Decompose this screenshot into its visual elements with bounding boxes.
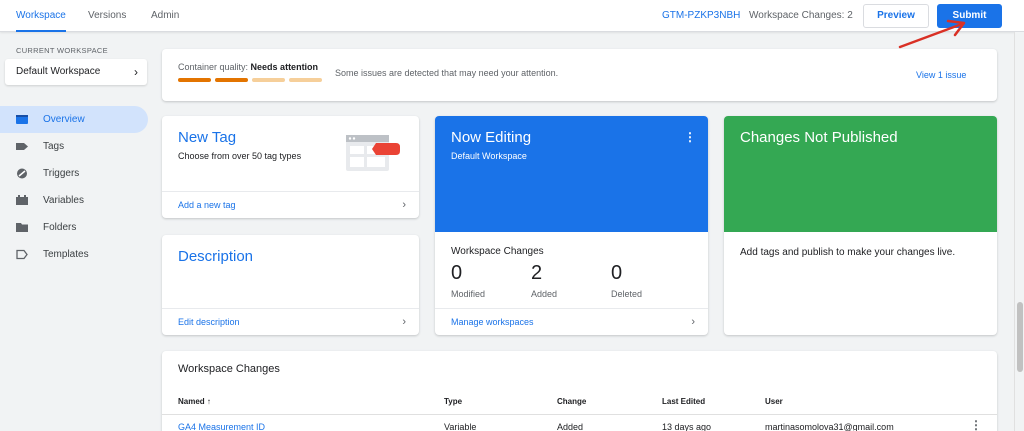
chevron-right-icon: › (134, 65, 138, 79)
now-editing-card: Now Editing Default Workspace ⋮ Workspac… (435, 116, 708, 335)
column-header-user[interactable]: User (765, 397, 783, 406)
add-new-tag-link[interactable]: Add a new tag (178, 192, 236, 218)
new-tag-subtitle: Choose from over 50 tag types (178, 151, 302, 161)
manage-workspaces-link[interactable]: Manage workspaces (451, 309, 534, 335)
description-card: Description Edit description › (162, 235, 419, 335)
added-label: Added (531, 289, 558, 299)
workspace-changes-table-card: Workspace Changes Named ↑ Type Change La… (162, 351, 997, 431)
modified-label: Modified (451, 289, 486, 299)
sidebar-item-tags[interactable]: Tags (0, 133, 148, 160)
sidebar-item-variables[interactable]: Variables (0, 187, 148, 214)
new-tag-illustration-icon (346, 135, 400, 171)
column-header-change[interactable]: Change (557, 397, 586, 406)
overview-icon (16, 115, 28, 124)
quality-bar (289, 78, 322, 82)
template-icon (16, 249, 28, 260)
tab-versions[interactable]: Versions (88, 0, 126, 32)
tab-admin[interactable]: Admin (151, 0, 179, 32)
view-issue-link[interactable]: View 1 issue (916, 70, 966, 80)
now-editing-header: Now Editing Default Workspace ⋮ (435, 116, 708, 232)
now-editing-title: Now Editing (451, 129, 532, 146)
sidebar-item-label: Triggers (43, 168, 80, 179)
folder-icon (16, 223, 28, 232)
not-published-header: Changes Not Published (724, 116, 997, 232)
column-header-type[interactable]: Type (444, 397, 462, 406)
new-tag-card[interactable]: New Tag Choose from over 50 tag types Ad… (162, 116, 419, 218)
manage-workspaces-row[interactable]: Manage workspaces › (435, 308, 708, 335)
variables-icon (16, 195, 28, 205)
not-published-message: Add tags and publish to make your change… (740, 247, 956, 258)
add-new-tag-row[interactable]: Add a new tag › (162, 191, 419, 218)
trigger-icon (17, 168, 27, 179)
container-id-link[interactable]: GTM-PZKP3NBH (662, 0, 740, 32)
sidebar-item-label: Folders (43, 222, 77, 233)
quality-bar (252, 78, 285, 82)
table-cell-change: Added (557, 422, 584, 431)
modified-count: 0 (451, 262, 463, 284)
container-quality-card: Container quality: Needs attention Some … (162, 49, 997, 101)
workspace-changes-table-title: Workspace Changes (178, 363, 280, 375)
top-bar: Workspace Versions Admin GTM-PZKP3NBH Wo… (0, 0, 1024, 32)
current-workspace-label: CURRENT WORKSPACE (16, 46, 108, 55)
deleted-count: 0 (611, 262, 623, 284)
tab-workspace[interactable]: Workspace (16, 0, 66, 32)
annotation-arrow-icon (898, 19, 966, 49)
table-header-divider (162, 414, 997, 415)
tag-icon (16, 143, 28, 150)
changes-not-published-card: Changes Not Published Add tags and publi… (724, 116, 997, 335)
quality-message: Some issues are detected that may need y… (335, 68, 559, 78)
sidebar-item-templates[interactable]: Templates (0, 241, 148, 268)
column-header-last-edited[interactable]: Last Edited (662, 397, 705, 406)
quality-bar (178, 78, 211, 82)
chevron-right-icon: › (691, 316, 695, 328)
added-count: 2 (531, 262, 543, 284)
edit-description-link[interactable]: Edit description (178, 309, 240, 335)
container-quality-status: Container quality: Needs attention (178, 62, 319, 72)
chevron-right-icon: › (402, 316, 406, 328)
sidebar-item-overview[interactable]: Overview (0, 106, 148, 133)
quality-bar (215, 78, 248, 82)
deleted-label: Deleted (611, 289, 643, 299)
page-scrollbar[interactable] (1014, 32, 1024, 431)
not-published-title: Changes Not Published (740, 129, 898, 146)
sidebar-item-triggers[interactable]: Triggers (0, 160, 148, 187)
more-vert-icon[interactable]: ⋮ (970, 418, 982, 431)
sidebar-item-label: Tags (43, 141, 65, 152)
workspace-changes-title: Workspace Changes (451, 246, 544, 257)
chevron-right-icon: › (402, 199, 406, 211)
now-editing-workspace: Default Workspace (451, 151, 527, 161)
edit-description-row[interactable]: Edit description › (162, 308, 419, 335)
workspace-name: Default Workspace (16, 66, 101, 77)
side-nav: Overview Tags Triggers Variables Folders… (0, 106, 148, 268)
new-tag-title[interactable]: New Tag (178, 129, 236, 146)
column-header-name[interactable]: Named ↑ (178, 397, 211, 406)
table-cell-user: martinasomolova31@gmail.com (765, 422, 894, 431)
more-vert-icon[interactable]: ⋮ (684, 130, 696, 144)
sidebar-item-label: Templates (43, 249, 89, 260)
table-cell-last-edited: 13 days ago (662, 422, 712, 431)
table-cell-name-link[interactable]: GA4 Measurement ID (178, 422, 265, 431)
scrollbar-thumb[interactable] (1017, 302, 1023, 372)
table-cell-type: Variable (444, 422, 477, 431)
description-title: Description (178, 248, 254, 265)
sidebar-item-label: Variables (43, 195, 84, 206)
workspace-selector[interactable]: Default Workspace › (5, 59, 147, 85)
workspace-changes-count: Workspace Changes: 2 (749, 10, 853, 21)
sidebar-item-label: Overview (43, 114, 85, 125)
sidebar-item-folders[interactable]: Folders (0, 214, 148, 241)
